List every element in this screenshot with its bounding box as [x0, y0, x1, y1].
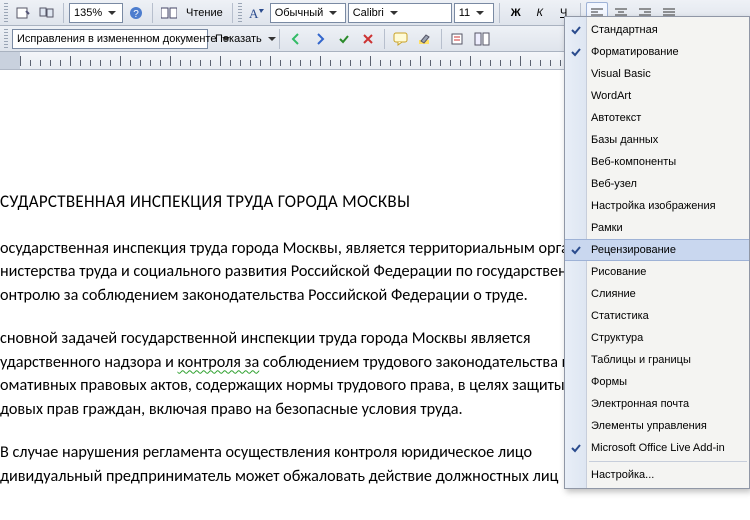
menu-item[interactable]: Форматирование: [565, 41, 749, 63]
font-value: Calibri: [353, 7, 384, 19]
menu-item-label: Веб-узел: [591, 178, 637, 190]
next-change-button[interactable]: [309, 28, 331, 50]
menu-item[interactable]: WordArt: [565, 85, 749, 107]
menu-item-label: Электронная почта: [591, 398, 689, 410]
reading-label[interactable]: Чтение: [182, 7, 227, 19]
menu-separator: [589, 461, 747, 462]
font-combo[interactable]: Calibri: [348, 3, 452, 23]
menu-item-customize[interactable]: Настройка...: [565, 464, 749, 486]
svg-text:A: A: [249, 6, 259, 20]
menu-item[interactable]: Настройка изображения: [565, 195, 749, 217]
prev-change-button[interactable]: [285, 28, 307, 50]
highlight-button[interactable]: [414, 28, 436, 50]
check-icon: [568, 44, 584, 60]
bold-button[interactable]: Ж: [505, 2, 527, 24]
reviewing-pane-button[interactable]: [471, 28, 493, 50]
menu-item[interactable]: Таблицы и границы: [565, 349, 749, 371]
toolbar-grip-3[interactable]: [4, 29, 8, 49]
menu-item[interactable]: Элементы управления: [565, 415, 749, 437]
toolbar-grip-2[interactable]: [238, 3, 242, 23]
menu-item-label: Настройка изображения: [591, 200, 716, 212]
help-button[interactable]: ?: [125, 2, 147, 24]
menu-item[interactable]: Рамки: [565, 217, 749, 239]
reading-mode-icon[interactable]: [158, 2, 180, 24]
menu-item-label: Автотекст: [591, 112, 641, 124]
menu-item-label: Элементы управления: [591, 420, 707, 432]
show-dropdown[interactable]: Показать: [210, 29, 274, 49]
grammar-error: контроля за: [178, 353, 260, 372]
menu-item-label: Веб-компоненты: [591, 156, 676, 168]
style-value: Обычный: [275, 7, 324, 19]
menu-item[interactable]: Формы: [565, 371, 749, 393]
zoom-value: 135%: [74, 7, 102, 19]
menu-item-label: Статистика: [591, 310, 649, 322]
menu-item-label: WordArt: [591, 90, 631, 102]
menu-item-label: Microsoft Office Live Add-in: [591, 442, 725, 454]
menu-item[interactable]: Веб-узел: [565, 173, 749, 195]
menu-item-label: Рисование: [591, 266, 646, 278]
toolbars-context-menu: Стандартная Форматирование Visual Basic Wor…: [564, 16, 750, 489]
menu-item[interactable]: Visual Basic: [565, 63, 749, 85]
menu-item-label: Рамки: [591, 222, 623, 234]
menu-item[interactable]: Microsoft Office Live Add-in: [565, 437, 749, 459]
zoom-combo[interactable]: 135%: [69, 3, 123, 23]
menu-item[interactable]: Рисование: [565, 261, 749, 283]
style-icon[interactable]: A: [246, 2, 268, 24]
check-icon: [568, 22, 584, 38]
font-size-combo[interactable]: 11: [454, 3, 494, 23]
menu-item-label: Visual Basic: [591, 68, 651, 80]
check-icon: [568, 440, 584, 456]
menu-item[interactable]: Автотекст: [565, 107, 749, 129]
menu-item-label: Формы: [591, 376, 627, 388]
print-preview-button[interactable]: [12, 2, 34, 24]
tools-button[interactable]: [36, 2, 58, 24]
style-combo[interactable]: Обычный: [270, 3, 346, 23]
menu-item-label: Слияние: [591, 288, 636, 300]
svg-text:?: ?: [133, 9, 139, 20]
menu-item[interactable]: Электронная почта: [565, 393, 749, 415]
menu-item[interactable]: Структура: [565, 327, 749, 349]
menu-item-label: Таблицы и границы: [591, 354, 691, 366]
menu-item-label: Рецензирование: [591, 244, 676, 256]
toolbar-grip[interactable]: [4, 3, 8, 23]
track-changes-toggle[interactable]: [447, 28, 469, 50]
menu-item[interactable]: Слияние: [565, 283, 749, 305]
reject-change-button[interactable]: [357, 28, 379, 50]
track-changes-view-combo[interactable]: Исправления в измененном документе: [12, 29, 208, 49]
font-size-value: 11: [459, 7, 470, 19]
italic-button[interactable]: К: [529, 2, 551, 24]
menu-item-label: Стандартная: [591, 24, 658, 36]
menu-item-label: Базы данных: [591, 134, 658, 146]
menu-item[interactable]: Стандартная: [565, 19, 749, 41]
menu-item[interactable]: Рецензирование: [565, 239, 749, 261]
track-changes-view-value: Исправления в измененном документе: [17, 33, 216, 45]
check-icon: [568, 242, 584, 258]
menu-item[interactable]: Базы данных: [565, 129, 749, 151]
menu-item-label: Структура: [591, 332, 643, 344]
show-label: Показать: [215, 33, 262, 45]
menu-item[interactable]: Веб-компоненты: [565, 151, 749, 173]
menu-item[interactable]: Статистика: [565, 305, 749, 327]
menu-item-label: Настройка...: [591, 469, 654, 481]
menu-item-label: Форматирование: [591, 46, 679, 58]
accept-change-button[interactable]: [333, 28, 355, 50]
new-comment-button[interactable]: [390, 28, 412, 50]
